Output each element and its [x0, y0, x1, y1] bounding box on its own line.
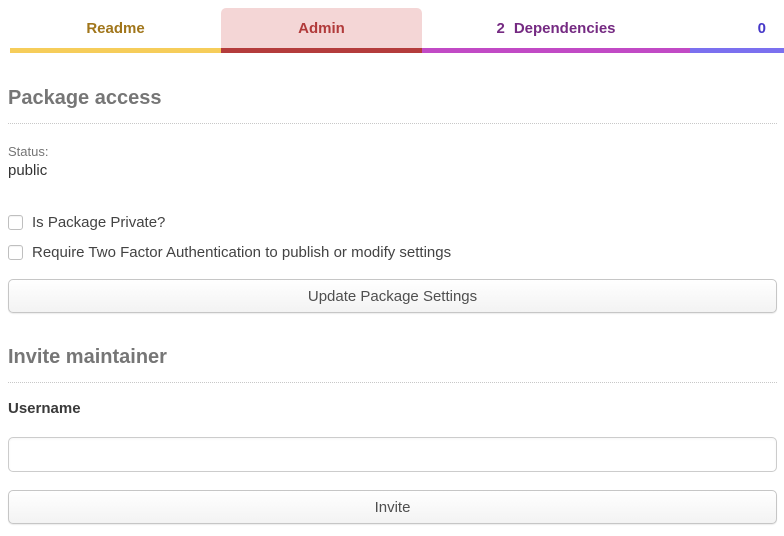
username-input[interactable]: [8, 437, 777, 472]
package-access-heading: Package access: [8, 87, 777, 124]
is-package-private-label: Is Package Private?: [32, 214, 165, 231]
tab-readme[interactable]: Readme: [10, 8, 221, 53]
tab-admin[interactable]: Admin: [221, 8, 422, 53]
status-value: public: [8, 162, 777, 179]
is-package-private-checkbox[interactable]: [8, 215, 23, 230]
invite-button[interactable]: Invite: [8, 490, 777, 524]
package-tabbar: Readme Admin 2 Dependencies 0: [0, 0, 784, 53]
require-2fa-checkbox[interactable]: [8, 245, 23, 260]
require-2fa-label: Require Two Factor Authentication to pub…: [32, 244, 451, 261]
username-label: Username: [8, 400, 777, 417]
require-2fa-row[interactable]: Require Two Factor Authentication to pub…: [8, 244, 777, 261]
status-label: Status:: [8, 144, 777, 159]
tab-readme-label: Readme: [86, 20, 144, 37]
invite-maintainer-section: Invite maintainer Username Invite: [8, 346, 777, 524]
tab-dependencies-count: 2: [496, 20, 504, 37]
package-settings-checkboxes: Is Package Private? Require Two Factor A…: [8, 214, 777, 261]
tab-admin-label: Admin: [298, 20, 345, 37]
update-package-settings-button[interactable]: Update Package Settings: [8, 279, 777, 313]
tab-dependencies[interactable]: 2 Dependencies: [422, 8, 690, 53]
is-package-private-row[interactable]: Is Package Private?: [8, 214, 777, 231]
tab-dependents[interactable]: 0: [690, 8, 784, 53]
invite-maintainer-heading: Invite maintainer: [8, 346, 777, 383]
tab-dependents-count: 0: [758, 20, 766, 37]
admin-tab-content: Package access Status: public Is Package…: [0, 87, 784, 524]
tab-dependencies-label: Dependencies: [514, 20, 616, 37]
package-admin-page: Readme Admin 2 Dependencies 0 Package ac…: [0, 0, 784, 536]
package-access-section: Package access Status: public Is Package…: [8, 87, 777, 313]
